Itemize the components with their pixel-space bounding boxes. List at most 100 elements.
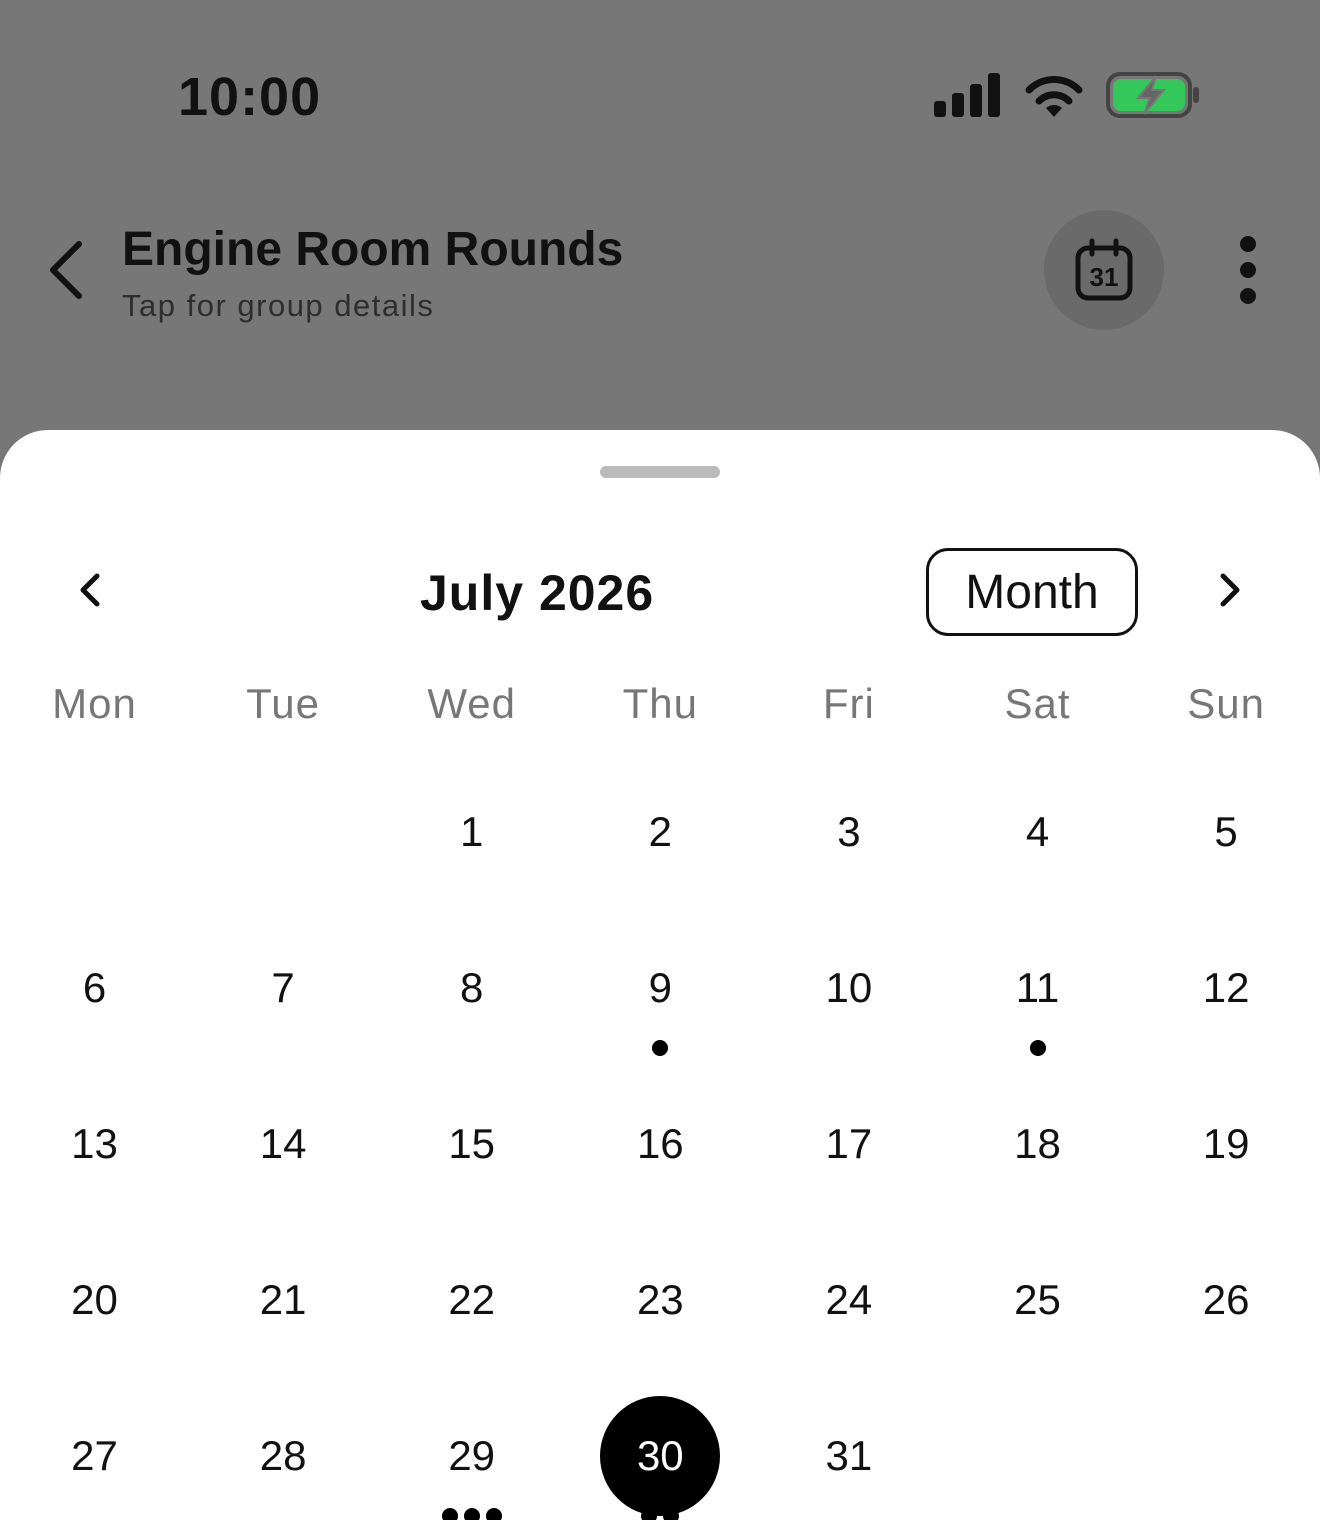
- more-options-button[interactable]: [1218, 230, 1278, 310]
- calendar-day-25[interactable]: 25: [943, 1228, 1132, 1384]
- calendar-day-28[interactable]: 28: [189, 1384, 378, 1520]
- weekday-tue: Tue: [246, 680, 320, 727]
- day-number: 9: [648, 964, 672, 1011]
- event-dot: [652, 1040, 669, 1056]
- status-time: 10:00: [178, 67, 322, 127]
- event-dot: [1029, 1040, 1046, 1056]
- day-number: 20: [71, 1276, 118, 1323]
- previous-month-button[interactable]: [60, 560, 120, 620]
- calendar-day-21[interactable]: 21: [189, 1228, 378, 1384]
- calendar-day-8[interactable]: 8: [377, 916, 566, 1072]
- calendar-day-1[interactable]: 1: [377, 760, 566, 916]
- calendar-day-23[interactable]: 23: [566, 1228, 755, 1384]
- calendar-day-7[interactable]: 7: [189, 916, 378, 1072]
- calendar-day-9[interactable]: 9: [566, 916, 755, 1072]
- calendar-icon-label: 31: [1090, 262, 1119, 292]
- weekday-sun: Sun: [1187, 680, 1265, 727]
- back-button[interactable]: [30, 230, 100, 310]
- sheet-drag-handle[interactable]: [600, 466, 720, 478]
- calendar-day-13[interactable]: 13: [0, 1072, 189, 1228]
- calendar-day-19[interactable]: 19: [1132, 1072, 1320, 1228]
- calendar-day-3[interactable]: 3: [754, 760, 943, 916]
- day-number: 3: [837, 808, 861, 855]
- chevron-left-icon: [50, 241, 82, 299]
- calendar-day-2[interactable]: 2: [566, 760, 755, 916]
- calendar-icon: 31: [1075, 238, 1133, 301]
- event-dot: [485, 1508, 502, 1520]
- calendar-day-14[interactable]: 14: [189, 1072, 378, 1228]
- event-dot: [663, 1508, 680, 1520]
- calendar-day-10[interactable]: 10: [754, 916, 943, 1072]
- day-number: 15: [448, 1120, 496, 1167]
- next-month-button[interactable]: [1200, 560, 1260, 620]
- chevron-left-icon: [80, 573, 100, 607]
- calendar-day-31[interactable]: 31: [754, 1384, 943, 1520]
- status-icons: [934, 72, 1200, 118]
- day-number: 4: [1025, 808, 1050, 855]
- calendar-day-6[interactable]: 6: [0, 916, 189, 1072]
- event-dot: [441, 1508, 458, 1520]
- day-number: 1: [460, 808, 484, 855]
- event-indicator: [641, 1508, 680, 1520]
- calendar-sheet: July 2026 Month Mon Tue Wed Thu Fri Sat Sun 12…: [0, 430, 1320, 1520]
- day-number: 6: [82, 964, 107, 1011]
- group-title[interactable]: Engine Room Rounds: [122, 222, 623, 277]
- calendar-day-27[interactable]: 27: [0, 1384, 189, 1520]
- status-bar: 10:00: [0, 0, 1320, 190]
- day-number: 31: [825, 1432, 873, 1479]
- day-number: 14: [259, 1120, 307, 1167]
- day-number: 25: [1014, 1276, 1061, 1323]
- day-number: 28: [259, 1432, 307, 1479]
- day-number: 23: [636, 1276, 684, 1323]
- calendar-day-22[interactable]: 22: [377, 1228, 566, 1384]
- calendar-day-17[interactable]: 17: [754, 1072, 943, 1228]
- calendar-day-30[interactable]: 30: [566, 1384, 755, 1520]
- weekday-mon: Mon: [52, 680, 137, 727]
- event-indicator: [652, 1040, 669, 1056]
- calendar-day-11[interactable]: 11: [943, 916, 1132, 1072]
- calendar-day-12[interactable]: 12: [1132, 916, 1320, 1072]
- calendar-day-24[interactable]: 24: [754, 1228, 943, 1384]
- group-subtitle[interactable]: Tap for group details: [122, 288, 434, 324]
- wifi-icon: [1025, 76, 1083, 117]
- event-indicator: [441, 1508, 502, 1520]
- day-number: 12: [1202, 964, 1250, 1011]
- view-mode-button[interactable]: Month: [926, 548, 1138, 636]
- day-number: 30: [600, 1396, 721, 1516]
- day-number: 22: [448, 1276, 496, 1323]
- calendar-day-29[interactable]: 29: [377, 1384, 566, 1520]
- day-number: 10: [825, 964, 873, 1011]
- calendar-nav: July 2026 Month: [0, 540, 1320, 640]
- day-number: 18: [1014, 1120, 1061, 1167]
- weekday-header: Mon Tue Wed Thu Fri Sat Sun: [0, 680, 1320, 750]
- day-number: 17: [825, 1120, 873, 1167]
- calendar-day-15[interactable]: 15: [377, 1072, 566, 1228]
- chat-header: Engine Room Rounds Tap for group details…: [0, 200, 1320, 340]
- chevron-right-icon: [1220, 573, 1240, 607]
- calendar-button[interactable]: 31: [1044, 210, 1164, 330]
- calendar-day-18[interactable]: 18: [943, 1072, 1132, 1228]
- day-number: 13: [71, 1120, 118, 1167]
- day-number: 11: [1015, 964, 1060, 1011]
- day-number: 24: [825, 1276, 873, 1323]
- calendar-day-5[interactable]: 5: [1132, 760, 1320, 916]
- calendar-day-26[interactable]: 26: [1132, 1228, 1320, 1384]
- calendar-grid: 1 2 3 4 5 6 7 8 9 10 11 12 13 14 15 16 17 18 19 20 21 22 23 24 2…: [0, 760, 1320, 1520]
- calendar-day-20[interactable]: 20: [0, 1228, 189, 1384]
- weekday-sat: Sat: [1004, 680, 1071, 727]
- signal-icon: [934, 73, 1000, 117]
- event-indicator: [1029, 1040, 1046, 1056]
- day-number: 26: [1202, 1276, 1250, 1323]
- day-number: 2: [648, 808, 672, 855]
- calendar-day-4[interactable]: 4: [943, 760, 1132, 916]
- day-number: 27: [71, 1432, 118, 1479]
- event-dot: [463, 1508, 480, 1520]
- battery-charging-icon: [1106, 72, 1199, 118]
- calendar-day-16[interactable]: 16: [566, 1072, 755, 1228]
- day-number: 29: [448, 1432, 496, 1479]
- more-vertical-icon: [1240, 236, 1256, 252]
- day-number: 5: [1214, 808, 1238, 855]
- day-number: 7: [271, 964, 295, 1011]
- day-number: 21: [259, 1276, 307, 1323]
- weekday-wed: Wed: [427, 680, 516, 727]
